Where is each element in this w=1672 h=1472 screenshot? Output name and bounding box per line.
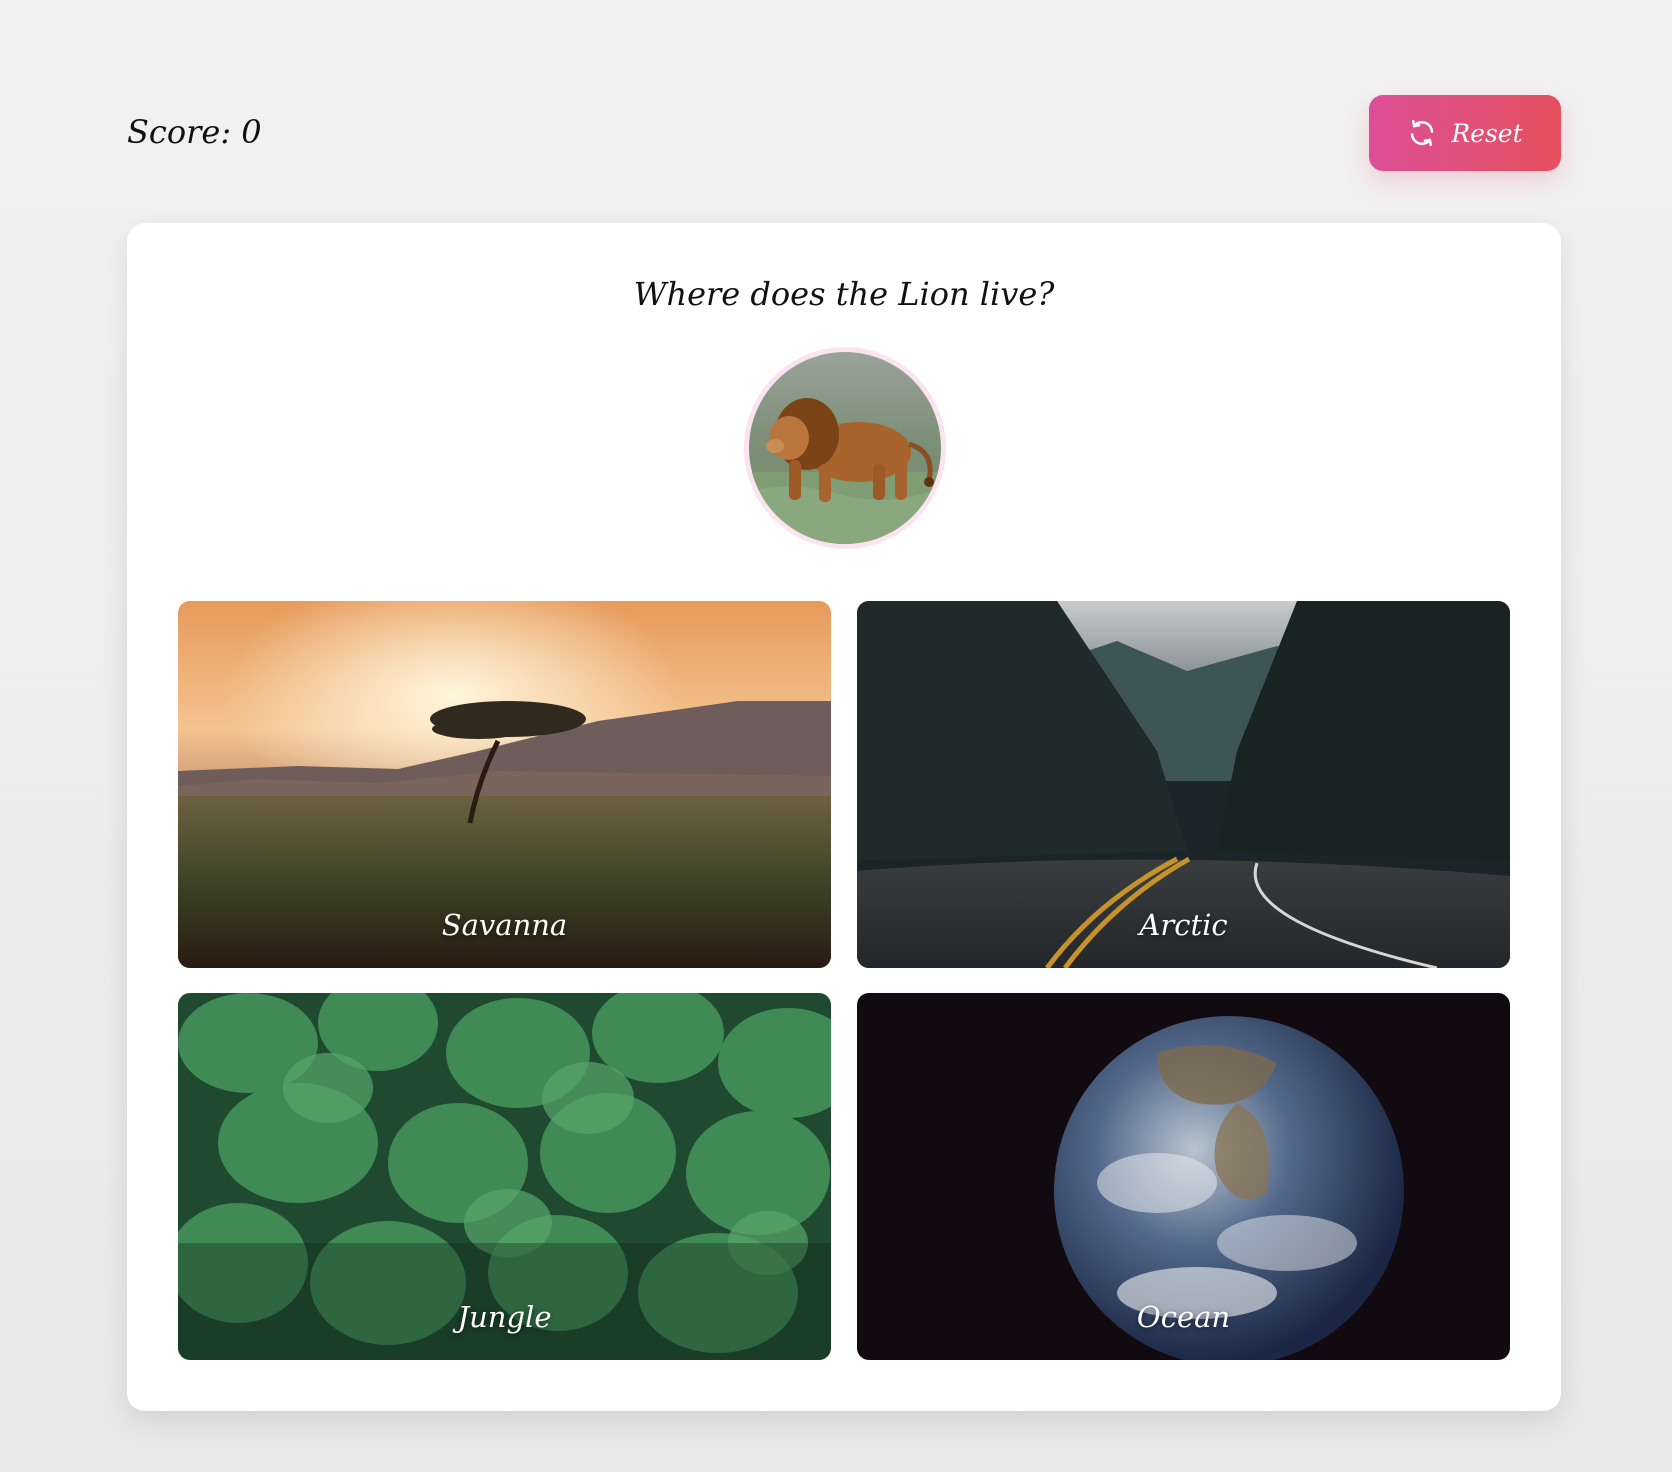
option-jungle[interactable]: Jungle [178, 993, 831, 1360]
lion-image [744, 347, 946, 549]
reset-label: Reset [1451, 118, 1523, 148]
refresh-icon [1407, 118, 1437, 148]
option-label: Jungle [457, 1300, 552, 1334]
score-display: Score: 0 [127, 113, 262, 151]
option-label: Ocean [1136, 1300, 1231, 1334]
option-label: Savanna [441, 908, 568, 942]
reset-button[interactable]: Reset [1369, 95, 1561, 171]
option-arctic[interactable]: Arctic [857, 601, 1510, 968]
option-ocean[interactable]: Ocean [857, 993, 1510, 1360]
option-savanna[interactable]: Savanna [178, 601, 831, 968]
top-bar: Score: 0 Reset [127, 95, 1561, 171]
question-title: Where does the Lion live? [633, 275, 1055, 313]
habitat-options: Savanna Arctic Jungle Ocean [178, 601, 1510, 1360]
option-label: Arctic [1139, 908, 1228, 942]
quiz-card: Where does the Lion live? Savanna Arctic… [127, 223, 1561, 1411]
